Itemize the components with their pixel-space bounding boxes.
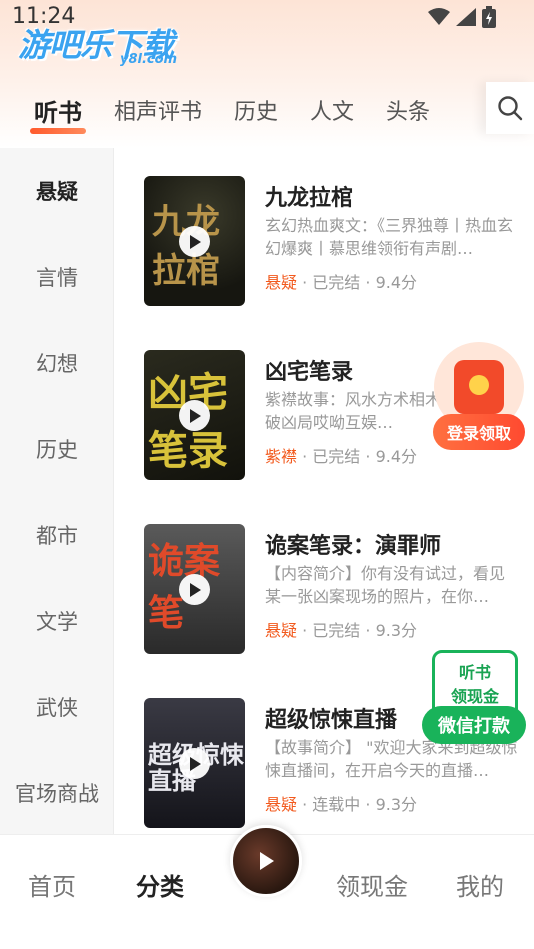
nav-earn-cash[interactable]: 领现金: [336, 867, 408, 902]
book-cover[interactable]: 九龙拉棺: [144, 176, 245, 306]
book-tag[interactable]: 悬疑: [265, 795, 297, 814]
meta-separator: ·: [360, 447, 376, 466]
book-tag[interactable]: 悬疑: [265, 273, 297, 292]
nav-category[interactable]: 分类: [136, 867, 184, 902]
login-reward-promo[interactable]: 登录领取: [433, 340, 525, 452]
category-literature[interactable]: 文学: [0, 606, 114, 636]
nav-profile[interactable]: 我的: [456, 867, 504, 902]
category-urban[interactable]: 都市: [0, 520, 114, 550]
category-wuxia[interactable]: 武侠: [0, 692, 114, 722]
book-item[interactable]: 诡案笔 诡案笔录：演罪师 【内容简介】你有没有试过，看见某一张凶案现场的照片，在…: [144, 524, 519, 654]
meta-separator: ·: [297, 795, 313, 814]
tab-history[interactable]: 历史: [234, 94, 278, 126]
top-tabs: 听书 相声评书 历史 人文 头条: [0, 86, 486, 134]
meta-separator: ·: [360, 273, 376, 292]
search-icon: [498, 96, 523, 121]
category-romance[interactable]: 言情: [0, 262, 114, 292]
category-suspense[interactable]: 悬疑: [0, 176, 114, 206]
search-button[interactable]: [486, 82, 534, 134]
play-icon: [189, 756, 201, 771]
book-meta: 悬疑 · 连载中 · 9.3分: [265, 791, 417, 815]
wechat-promo-line2: 领现金: [450, 687, 499, 706]
book-cover[interactable]: 凶宅笔录: [144, 350, 245, 480]
book-description: 玄幻热血爽文：《三界独尊丨热血玄幻爆爽丨慕思维领衔有声剧…: [265, 216, 514, 258]
bottom-nav: 首页 分类 领现金 我的: [0, 825, 534, 949]
book-item[interactable]: 九龙拉棺 九龙拉棺 玄幻热血爽文：《三界独尊丨热血玄幻爆爽丨慕思维领衔有声剧… …: [144, 176, 519, 306]
play-icon: [260, 852, 274, 870]
play-icon: [189, 408, 201, 423]
meta-separator: ·: [297, 273, 313, 292]
nav-home[interactable]: 首页: [28, 867, 76, 902]
tab-crosstalk[interactable]: 相声评书: [114, 94, 202, 126]
book-status: 已完结: [312, 621, 361, 640]
category-fantasy[interactable]: 幻想: [0, 348, 114, 378]
book-status: 已完结: [312, 447, 361, 466]
book-rating: 9.3分: [375, 795, 418, 814]
battery-icon: [482, 6, 496, 28]
login-reward-button[interactable]: 登录领取: [433, 414, 525, 450]
wechat-cash-promo[interactable]: 听书 领现金 微信打款: [422, 650, 526, 746]
book-status: 连载中: [312, 795, 361, 814]
meta-separator: ·: [360, 621, 376, 640]
book-meta: 紫襟 · 已完结 · 9.4分: [265, 443, 417, 467]
tab-listen[interactable]: 听书: [30, 93, 86, 134]
book-rating: 9.3分: [375, 621, 418, 640]
book-title: 超级惊悚直播: [265, 708, 398, 733]
coin-icon: [469, 375, 489, 395]
book-meta: 悬疑 · 已完结 · 9.4分: [265, 269, 417, 293]
book-description: 【内容简介】你有没有试过，看见某一张凶案现场的照片，在你…: [265, 564, 506, 606]
wechat-promo-line1: 听书: [458, 663, 491, 682]
category-officialdom[interactable]: 官场商战: [0, 778, 114, 808]
book-rating: 9.4分: [375, 447, 418, 466]
book-status: 已完结: [312, 273, 361, 292]
meta-separator: ·: [297, 447, 313, 466]
book-cover[interactable]: 诡案笔: [144, 524, 245, 654]
signal-icon: [456, 8, 476, 26]
play-icon: [189, 582, 201, 597]
play-icon: [189, 234, 201, 249]
book-tag[interactable]: 悬疑: [265, 621, 297, 640]
now-playing-button[interactable]: [230, 825, 302, 897]
red-packet-icon: [454, 360, 504, 414]
tab-headlines[interactable]: 头条: [386, 94, 430, 126]
tab-humanities[interactable]: 人文: [310, 94, 354, 126]
book-title: 诡案笔录：演罪师: [265, 534, 442, 559]
meta-separator: ·: [297, 621, 313, 640]
play-button[interactable]: [179, 748, 210, 779]
category-sidebar: 悬疑 言情 幻想 历史 都市 文学 武侠 官场商战: [0, 148, 114, 834]
header: 11:24 游吧乐下载 y8l.com 听书 相声评书 历史 人文 头条: [0, 0, 534, 148]
book-title: 凶宅笔录: [265, 360, 354, 385]
play-button[interactable]: [179, 226, 210, 257]
book-title: 九龙拉棺: [265, 186, 354, 211]
book-rating: 9.4分: [375, 273, 418, 292]
logo-sub-text: y8l.com: [120, 52, 178, 67]
wifi-icon: [428, 8, 450, 25]
wechat-payout-button[interactable]: 微信打款: [422, 706, 526, 744]
status-icons: [428, 6, 496, 28]
book-cover[interactable]: 超级惊悚直播: [144, 698, 245, 828]
play-button[interactable]: [179, 574, 210, 605]
play-button[interactable]: [179, 400, 210, 431]
meta-separator: ·: [360, 795, 376, 814]
book-meta: 悬疑 · 已完结 · 9.3分: [265, 617, 417, 641]
app-logo: 游吧乐下载 y8l.com: [18, 20, 188, 67]
book-tag[interactable]: 紫襟: [265, 447, 297, 466]
category-history[interactable]: 历史: [0, 434, 114, 464]
